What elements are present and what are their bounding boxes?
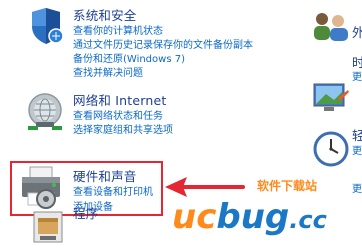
watermark-logo: ucbug.cc [172, 200, 327, 237]
category-title-hardware-sound[interactable]: 硬件和声音 [73, 169, 137, 184]
right-item-2[interactable]: 轻 [352, 128, 362, 143]
shield-icon [26, 6, 66, 46]
link-backup-restore[interactable]: 备份和还原(Windows 7) [73, 54, 185, 66]
right-link-1[interactable]: 更 [352, 146, 362, 158]
link-file-history[interactable]: 通过文件历史记录保存你的文件备份副本 [73, 40, 253, 52]
link-homegroup-sharing[interactable]: 选择家庭组和共享选项 [73, 125, 173, 137]
watermark-logo-left: uc [172, 197, 217, 237]
right-item-0[interactable]: 外 [352, 25, 362, 40]
appearance-icon [312, 80, 350, 114]
link-devices-printers[interactable]: 查看设备和打印机 [73, 187, 153, 199]
category-title-system-security[interactable]: 系统和安全 [73, 8, 137, 23]
right-link-2[interactable]: 更 [352, 184, 362, 196]
category-title-programs[interactable]: 程序 [73, 206, 98, 221]
link-network-status[interactable]: 查看网络状态和任务 [73, 111, 163, 123]
user-accounts-icon [310, 10, 350, 42]
printer-icon [18, 165, 68, 209]
network-globe-icon [24, 90, 66, 132]
programs-icon [30, 208, 66, 247]
link-view-computer-status[interactable]: 查看你的计算机状态 [73, 26, 163, 38]
clock-icon [312, 130, 350, 168]
category-title-network-internet[interactable]: 网络和 Internet [73, 93, 167, 108]
right-link-0[interactable]: 更 [352, 72, 362, 84]
watermark-logo-right: bug [216, 197, 290, 237]
link-troubleshoot[interactable]: 查找并解决问题 [73, 68, 143, 80]
arrow-left-icon [163, 175, 245, 199]
watermark-site-text: 软件下载站 [257, 179, 318, 193]
right-item-1[interactable]: 时 [352, 55, 362, 70]
watermark-logo-tld: .cc [289, 206, 327, 234]
